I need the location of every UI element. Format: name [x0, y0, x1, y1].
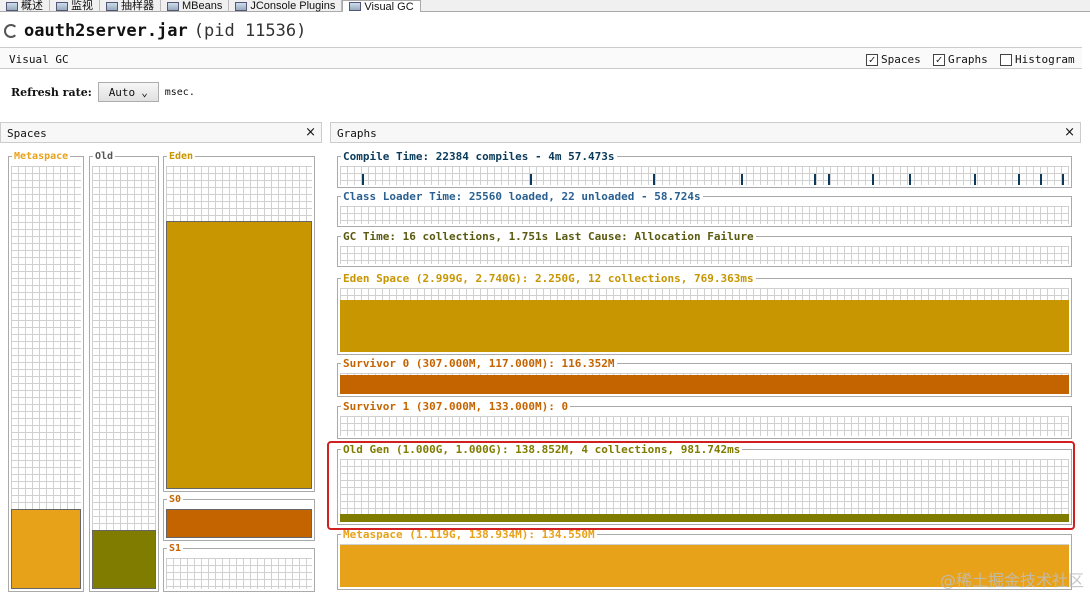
compile-time-plot	[340, 166, 1069, 185]
tab-jconsole-plugins[interactable]: JConsole Plugins	[229, 0, 343, 12]
tab-bar: 概述 监视 抽样器 MBeans JConsole Plugins Visual…	[0, 0, 1090, 12]
tab-visual-gc[interactable]: Visual GC	[342, 0, 421, 12]
highlight-box	[327, 441, 1075, 530]
graphs-panel-title: Graphs	[337, 127, 377, 140]
eden-fill	[166, 220, 312, 489]
metaspace-column: Metaspace	[8, 151, 84, 592]
eden-space-graph: Eden Space (2.999G, 2.740G): 2.250G, 12 …	[337, 273, 1072, 355]
compile-time-graph: Compile Time: 22384 compiles - 4m 57.473…	[337, 151, 1072, 188]
gc-time-graph: GC Time: 16 collections, 1.751s Last Cau…	[337, 231, 1072, 267]
checkbox-box[interactable]: ✓	[933, 53, 945, 66]
overview-icon	[6, 1, 18, 11]
compile-spike	[974, 174, 977, 185]
visual-gc-header: Visual GC ✓ Spaces ✓ Graphs Histogram	[0, 47, 1082, 69]
s0-fill	[166, 509, 312, 538]
compile-spike	[740, 174, 743, 185]
gc-time-label: GC Time: 16 collections, 1.751s Last Cau…	[341, 230, 756, 243]
loading-spinner-icon	[4, 24, 18, 38]
gc-time-plot	[340, 246, 1069, 264]
metaspace-graph-label: Metaspace (1.119G, 138.934M): 134.550M	[341, 528, 597, 541]
visualgc-icon	[349, 2, 362, 11]
app-name: oauth2server.jar	[24, 21, 188, 41]
s0-label: S0	[167, 494, 184, 505]
compile-spike	[361, 174, 364, 185]
compile-spike	[653, 174, 656, 185]
old-column: Old	[89, 151, 159, 592]
refresh-rate-label: Refresh rate:	[11, 85, 92, 99]
spaces-checkbox[interactable]: ✓ Spaces	[866, 53, 921, 66]
survivor0-graph: Survivor 0 (307.000M, 117.000M): 116.352…	[337, 358, 1072, 397]
class-loader-graph: Class Loader Time: 25560 loaded, 22 unlo…	[337, 191, 1072, 227]
tab-mbeans[interactable]: MBeans	[161, 0, 230, 12]
tab-monitor[interactable]: 监视	[50, 0, 100, 12]
compile-spike	[1039, 174, 1042, 185]
survivor1-graph: Survivor 1 (307.000M, 133.000M): 0	[337, 401, 1072, 439]
metaspace-label: Metaspace	[12, 151, 71, 162]
graphs-panel-header: Graphs ×	[330, 122, 1081, 143]
refresh-rate-row: Refresh rate: Auto ⌄ msec.	[11, 82, 195, 102]
checkbox-box[interactable]: ✓	[866, 53, 878, 66]
refresh-rate-select[interactable]: Auto ⌄	[97, 82, 159, 102]
compile-spike	[1061, 174, 1064, 185]
chevron-down-icon: ⌄	[141, 85, 148, 99]
tab-overview[interactable]: 概述	[0, 0, 50, 12]
class-loader-label: Class Loader Time: 25560 loaded, 22 unlo…	[341, 190, 703, 203]
eden-column: Eden	[163, 151, 315, 492]
histogram-checkbox[interactable]: Histogram	[1000, 53, 1075, 66]
plugin-icon	[235, 1, 248, 11]
app-title: oauth2server.jar (pid 11536)	[4, 21, 306, 41]
visual-gc-title: Visual GC	[9, 53, 69, 66]
metaspace-fill	[11, 508, 81, 589]
compile-spike	[908, 174, 911, 185]
eden-space-fill	[340, 299, 1069, 352]
mbeans-icon	[167, 1, 179, 11]
spaces-panel-title: Spaces	[7, 127, 47, 140]
old-fill	[92, 529, 156, 589]
old-label: Old	[93, 151, 116, 162]
survivor0-fill	[340, 375, 1069, 394]
refresh-rate-unit: msec.	[164, 86, 195, 98]
s1-label: S1	[167, 543, 184, 554]
spaces-panel-header: Spaces ×	[0, 122, 322, 143]
class-loader-plot	[340, 206, 1069, 224]
compile-time-label: Compile Time: 22384 compiles - 4m 57.473…	[341, 150, 617, 163]
checkbox-box[interactable]	[1000, 53, 1012, 66]
compile-spike	[529, 174, 532, 185]
survivor1-label: Survivor 1 (307.000M, 133.000M): 0	[341, 400, 571, 413]
eden-label: Eden	[167, 151, 196, 162]
survivor0-label: Survivor 0 (307.000M, 117.000M): 116.352…	[341, 357, 617, 370]
compile-spike	[872, 174, 875, 185]
compile-spike	[1017, 174, 1020, 185]
watermark: @稀土掘金技术社区	[939, 571, 1084, 590]
sampler-icon	[106, 1, 118, 11]
compile-spike	[828, 174, 831, 185]
compile-spike	[813, 174, 816, 185]
close-icon[interactable]: ×	[305, 125, 316, 140]
close-icon[interactable]: ×	[1064, 125, 1075, 140]
app-pid: (pid 11536)	[193, 21, 307, 41]
tab-sampler[interactable]: 抽样器	[100, 0, 161, 12]
monitor-icon	[56, 1, 68, 11]
eden-space-label: Eden Space (2.999G, 2.740G): 2.250G, 12 …	[341, 272, 756, 285]
s0-column: S0	[163, 494, 315, 541]
s1-column: S1	[163, 543, 315, 592]
graphs-checkbox[interactable]: ✓ Graphs	[933, 53, 988, 66]
